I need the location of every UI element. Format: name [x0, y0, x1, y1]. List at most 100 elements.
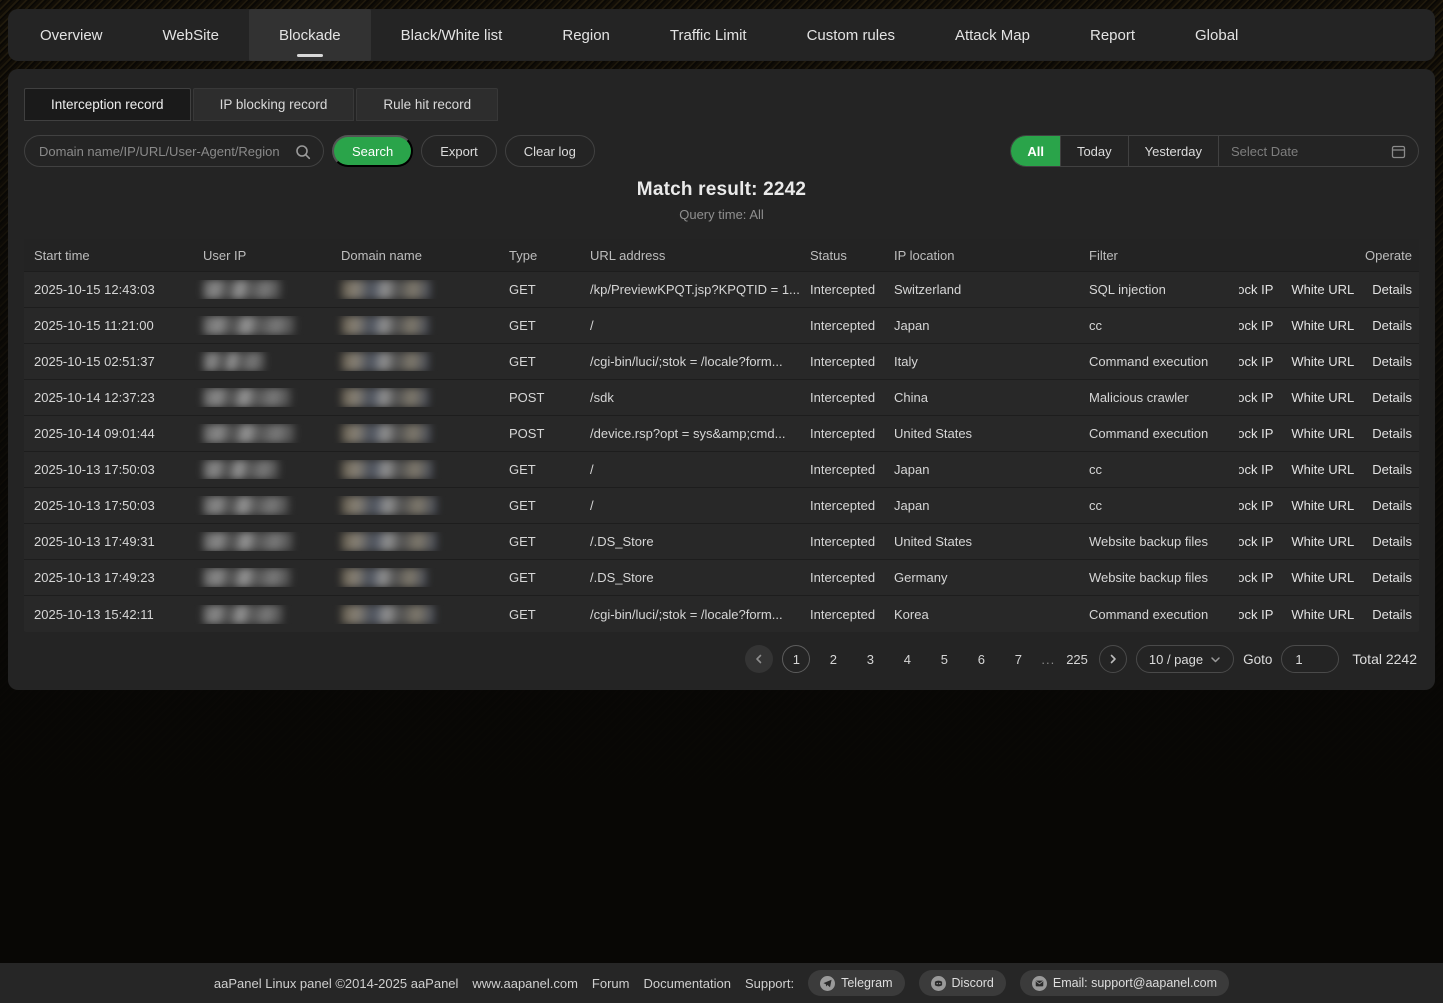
cell-url: /cgi-bin/luci/;stok = /locale?form... [580, 354, 800, 369]
white-url-link[interactable]: White URL [1291, 534, 1354, 549]
nav-tab-overview[interactable]: Overview [10, 9, 133, 61]
nav-tab-global[interactable]: Global [1165, 9, 1268, 61]
col-ip-location: IP location [884, 248, 1079, 263]
footer-site-link[interactable]: www.aapanel.com [472, 976, 578, 991]
cell-url: /kp/PreviewKPQT.jsp?KPQTID = 1... [580, 282, 800, 297]
nav-tab-black-white-list[interactable]: Black/White list [371, 9, 533, 61]
nav-tab-custom-rules[interactable]: Custom rules [777, 9, 925, 61]
cell-domain-name [331, 280, 499, 299]
cell-url: /.DS_Store [580, 534, 800, 549]
block-ip-link[interactable]: Block IP [1239, 534, 1273, 549]
white-url-link[interactable]: White URL [1291, 390, 1354, 405]
nav-tab-attack-map[interactable]: Attack Map [925, 9, 1060, 61]
more-pages-button[interactable]: ... [1041, 652, 1055, 667]
cell-type: GET [499, 282, 580, 297]
filter-today-button[interactable]: Today [1060, 136, 1128, 166]
cell-domain-name [331, 532, 499, 551]
subtab-ip-blocking-record[interactable]: IP blocking record [193, 88, 355, 121]
details-link[interactable]: Details [1372, 318, 1412, 333]
cell-ip-location: Germany [884, 570, 1079, 585]
calendar-icon[interactable] [1391, 144, 1406, 159]
block-ip-link[interactable]: Block IP [1239, 318, 1273, 333]
block-ip-link[interactable]: Block IP [1239, 607, 1273, 622]
block-ip-link[interactable]: Block IP [1239, 390, 1273, 405]
footer-forum-link[interactable]: Forum [592, 976, 630, 991]
goto-label: Goto [1243, 652, 1272, 667]
filter-all-button[interactable]: All [1011, 136, 1060, 166]
nav-tab-traffic-limit[interactable]: Traffic Limit [640, 9, 777, 61]
white-url-link[interactable]: White URL [1291, 354, 1354, 369]
white-url-link[interactable]: White URL [1291, 462, 1354, 477]
cell-filter: Command execution [1079, 607, 1239, 622]
block-ip-link[interactable]: Block IP [1239, 282, 1273, 297]
subtab-rule-hit-record[interactable]: Rule hit record [356, 88, 498, 121]
goto-page-input[interactable] [1281, 645, 1339, 673]
cell-operate: Block IP White URL Details [1239, 426, 1419, 441]
white-url-link[interactable]: White URL [1291, 318, 1354, 333]
footer-docs-link[interactable]: Documentation [643, 976, 730, 991]
search-input[interactable] [25, 136, 323, 166]
page-button-3[interactable]: 3 [856, 645, 884, 673]
details-link[interactable]: Details [1372, 498, 1412, 513]
details-link[interactable]: Details [1372, 282, 1412, 297]
details-link[interactable]: Details [1372, 462, 1412, 477]
discord-button[interactable]: Discord [919, 970, 1006, 996]
nav-tab-report[interactable]: Report [1060, 9, 1165, 61]
page-button-6[interactable]: 6 [967, 645, 995, 673]
white-url-link[interactable]: White URL [1291, 282, 1354, 297]
email-button[interactable]: Email: support@aapanel.com [1020, 970, 1229, 996]
redacted-domain-name [341, 460, 433, 479]
page-size-select[interactable]: 10 / page [1136, 645, 1234, 673]
details-link[interactable]: Details [1372, 426, 1412, 441]
details-link[interactable]: Details [1372, 390, 1412, 405]
last-page-button[interactable]: 225 [1064, 645, 1090, 673]
nav-tab-website[interactable]: WebSite [133, 9, 249, 61]
export-button[interactable]: Export [421, 135, 497, 167]
details-link[interactable]: Details [1372, 354, 1412, 369]
details-link[interactable]: Details [1372, 570, 1412, 585]
date-picker[interactable]: Select Date [1218, 136, 1418, 166]
page-button-7[interactable]: 7 [1004, 645, 1032, 673]
cell-status: Intercepted [800, 354, 884, 369]
search-box [24, 135, 324, 167]
cell-start-time: 2025-10-14 09:01:44 [24, 426, 193, 441]
white-url-link[interactable]: White URL [1291, 570, 1354, 585]
record-subtabs: Interception recordIP blocking recordRul… [24, 88, 1419, 121]
next-page-button[interactable] [1099, 645, 1127, 673]
page-button-1[interactable]: 1 [782, 645, 810, 673]
cell-operate: Block IP White URL Details [1239, 318, 1419, 333]
white-url-link[interactable]: White URL [1291, 607, 1354, 622]
block-ip-link[interactable]: Block IP [1239, 570, 1273, 585]
search-icon[interactable] [293, 142, 313, 162]
page-button-2[interactable]: 2 [819, 645, 847, 673]
details-link[interactable]: Details [1372, 534, 1412, 549]
table-row: 2025-10-15 02:51:37 GET /cgi-bin/luci/;s… [24, 344, 1419, 380]
block-ip-link[interactable]: Block IP [1239, 498, 1273, 513]
redacted-user-ip [203, 605, 283, 624]
filter-yesterday-button[interactable]: Yesterday [1128, 136, 1218, 166]
redacted-user-ip [203, 460, 279, 479]
telegram-button[interactable]: Telegram [808, 970, 904, 996]
white-url-link[interactable]: White URL [1291, 498, 1354, 513]
page-button-4[interactable]: 4 [893, 645, 921, 673]
cell-filter: Website backup files [1079, 570, 1239, 585]
block-ip-link[interactable]: Block IP [1239, 462, 1273, 477]
block-ip-link[interactable]: Block IP [1239, 354, 1273, 369]
search-button[interactable]: Search [332, 135, 413, 167]
block-ip-link[interactable]: Block IP [1239, 426, 1273, 441]
clear-log-button[interactable]: Clear log [505, 135, 595, 167]
discord-label: Discord [952, 976, 994, 990]
prev-page-button[interactable] [745, 645, 773, 673]
redacted-domain-name [341, 316, 429, 335]
col-operate: Operate [1239, 248, 1419, 263]
table-row: 2025-10-13 17:50:03 GET / Intercepted Ja… [24, 488, 1419, 524]
white-url-link[interactable]: White URL [1291, 426, 1354, 441]
nav-tab-region[interactable]: Region [532, 9, 640, 61]
result-summary: Match result: 2242 Query time: All [24, 179, 1419, 222]
nav-tab-blockade[interactable]: Blockade [249, 9, 371, 61]
cell-operate: Block IP White URL Details [1239, 570, 1419, 585]
redacted-user-ip [203, 424, 295, 443]
subtab-interception-record[interactable]: Interception record [24, 88, 191, 121]
details-link[interactable]: Details [1372, 607, 1412, 622]
page-button-5[interactable]: 5 [930, 645, 958, 673]
